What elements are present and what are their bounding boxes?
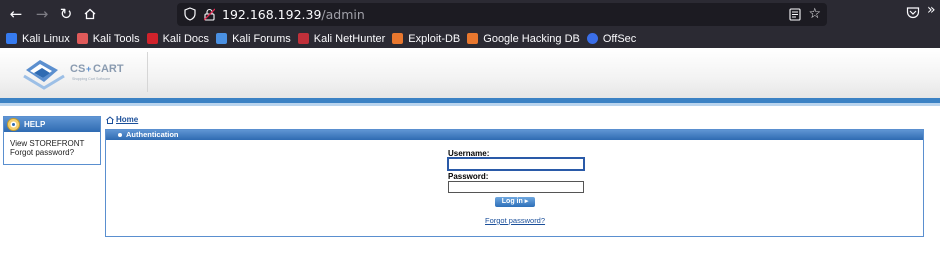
password-field[interactable] — [448, 181, 584, 193]
home-icon[interactable] — [80, 4, 100, 24]
bookmark-kali-forums[interactable]: Kali Forums — [216, 33, 291, 45]
username-field[interactable] — [448, 158, 584, 170]
bullet-icon — [118, 133, 122, 137]
svg-text:CS: CS — [70, 63, 85, 75]
forgot-password-link[interactable]: Forgot password? — [485, 216, 545, 225]
auth-title: Authentication — [126, 130, 179, 139]
username-label: Username: — [448, 149, 490, 158]
bookmark-kali-docs[interactable]: Kali Docs — [146, 33, 209, 45]
pocket-icon[interactable] — [906, 6, 920, 20]
help-title: HELP — [24, 120, 46, 129]
ghdb-icon — [467, 33, 479, 44]
bookmark-exploit-db[interactable]: Exploit-DB — [392, 33, 460, 45]
reader-view-icon[interactable] — [789, 8, 801, 21]
insecure-lock-icon[interactable] — [204, 8, 215, 21]
kali-dragon-icon — [6, 33, 17, 44]
bookmark-kali-nethunter[interactable]: Kali NetHunter — [297, 33, 385, 45]
svg-text:CART: CART — [93, 63, 124, 75]
help-icon — [7, 118, 20, 131]
tracking-shield-icon[interactable] — [184, 7, 196, 21]
bookmark-kali-tools[interactable]: Kali Tools — [76, 33, 140, 45]
reload-icon[interactable]: ↻ — [56, 4, 76, 24]
view-storefront-link[interactable]: View STOREFRONT — [10, 139, 100, 148]
bookmark-ghdb[interactable]: Google Hacking DB — [467, 33, 580, 45]
password-label: Password: — [448, 172, 489, 181]
kali-docs-icon — [146, 33, 158, 44]
browser-toolbar: ← → ↻ 192.168.192.39/admin ☆ » — [0, 0, 940, 29]
kali-nethunter-icon — [297, 33, 309, 44]
url-text: 192.168.192.39/admin — [222, 7, 365, 22]
overflow-menu-icon[interactable]: » — [927, 2, 936, 18]
help-box: HELP View STOREFRONT Forgot password? — [3, 116, 101, 165]
offsec-icon — [586, 33, 598, 44]
kali-tools-icon — [76, 33, 88, 44]
cs-cart-logo[interactable]: CS + CART Shopping Cart Software — [20, 56, 150, 92]
login-button[interactable]: Log in ▸ — [495, 197, 535, 207]
breadcrumb-home-link[interactable]: Home — [116, 115, 138, 124]
svg-text:+: + — [86, 64, 91, 74]
header-band-light — [0, 103, 940, 106]
bookmarks-bar: Kali Linux Kali Tools Kali Docs Kali For… — [0, 29, 940, 48]
url-bar[interactable]: 192.168.192.39/admin ☆ — [177, 3, 827, 26]
breadcrumb-home-icon — [106, 115, 114, 124]
authentication-panel: Authentication Username: Password: Log i… — [105, 129, 924, 237]
svg-text:Shopping Cart Software: Shopping Cart Software — [72, 77, 110, 81]
exploit-db-icon — [392, 33, 404, 44]
help-header: HELP — [4, 117, 100, 132]
back-icon[interactable]: ← — [6, 4, 26, 24]
sidebar-forgot-password-link[interactable]: Forgot password? — [10, 148, 100, 157]
header-divider — [147, 52, 148, 92]
forward-icon[interactable]: → — [32, 4, 52, 24]
bookmark-offsec[interactable]: OffSec — [586, 33, 636, 45]
breadcrumb: Home — [106, 115, 138, 124]
bookmark-star-icon[interactable]: ☆ — [808, 6, 821, 22]
bookmark-kali-linux[interactable]: Kali Linux — [6, 33, 70, 45]
auth-header: Authentication — [106, 130, 923, 140]
kali-forums-icon — [216, 33, 228, 44]
